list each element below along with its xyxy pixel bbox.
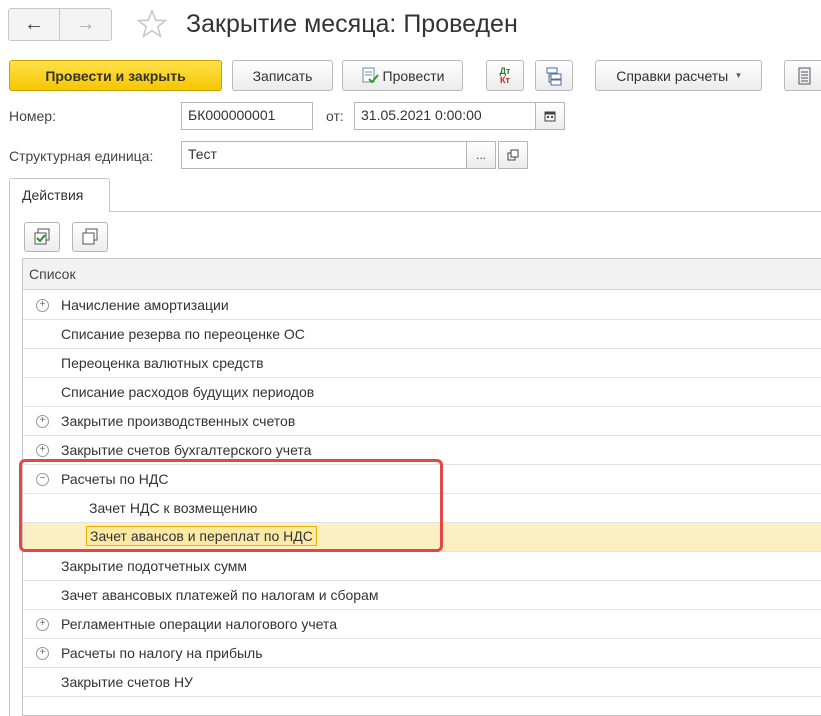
reports-dropdown[interactable]: Справки расчеты ▾	[595, 60, 762, 91]
arrow-right-icon: →	[75, 13, 96, 35]
document-list-icon	[798, 67, 811, 84]
check-all-button[interactable]	[24, 222, 60, 252]
table-row[interactable]: Закрытие счетов НУ	[23, 668, 821, 697]
row-label: Зачет авансовых платежей по налогам и сб…	[61, 587, 379, 603]
check-all-icon	[34, 228, 50, 245]
expand-icon[interactable]: +	[36, 618, 49, 631]
calendar-button[interactable]	[535, 102, 565, 130]
row-label: Закрытие счетов бухгалтерского учета	[61, 442, 312, 458]
star-icon[interactable]	[136, 8, 168, 40]
unit-select-button[interactable]: ...	[466, 141, 496, 169]
table-row[interactable]: Переоценка валютных средств	[23, 349, 821, 378]
expand-icon[interactable]: +	[36, 299, 49, 312]
table-row[interactable]: + Расчеты по налогу на прибыль	[23, 639, 821, 668]
number-label: Номер:	[9, 108, 56, 124]
uncheck-all-button[interactable]	[72, 222, 108, 252]
forward-button[interactable]: →	[60, 8, 112, 41]
calendar-icon	[544, 111, 556, 122]
post-and-close-label: Провести и закрыть	[45, 67, 186, 84]
ellipsis-icon: ...	[475, 148, 486, 162]
back-button[interactable]: ←	[8, 8, 60, 41]
highlight-frame	[19, 459, 443, 552]
hierarchy-icon	[546, 67, 562, 85]
post-and-close-button[interactable]: Провести и закрыть	[9, 60, 222, 91]
arrow-left-icon: ←	[24, 13, 44, 35]
row-label: Закрытие подотчетных сумм	[61, 558, 248, 574]
tab-divider	[110, 211, 821, 212]
save-button[interactable]: Записать	[232, 60, 333, 91]
table-row[interactable]: + Начисление амортизации	[23, 291, 821, 320]
table-header: Список	[23, 259, 821, 290]
list-button[interactable]	[784, 60, 821, 91]
unit-open-button[interactable]	[498, 141, 528, 169]
reports-label: Справки расчеты	[616, 67, 729, 84]
expand-icon[interactable]: +	[36, 647, 49, 660]
row-label: Начисление амортизации	[61, 297, 229, 313]
dt-kt-button[interactable]: Дт Кт	[486, 60, 524, 91]
row-label: Закрытие счетов НУ	[61, 674, 193, 690]
row-label: Закрытие производственных счетов	[61, 413, 296, 429]
chevron-down-icon: ▾	[736, 70, 741, 80]
row-label: Расчеты по налогу на прибыль	[61, 645, 263, 661]
table-row[interactable]: + Регламентные операции налогового учета	[23, 610, 821, 639]
expand-icon[interactable]: +	[36, 444, 49, 457]
dt-kt-icon: Дт Кт	[500, 66, 511, 85]
panel-border	[9, 211, 10, 716]
number-field[interactable]: БК000000001	[181, 102, 313, 130]
date-label: от:	[326, 108, 344, 124]
row-label: Регламентные операции налогового учета	[61, 616, 337, 632]
table-row[interactable]: Списание резерва по переоценке ОС	[23, 320, 821, 349]
row-label: Списание резерва по переоценке ОС	[61, 326, 305, 342]
unit-label: Структурная единица:	[9, 148, 154, 164]
table-row[interactable]: Зачет авансовых платежей по налогам и сб…	[23, 581, 821, 610]
expand-icon[interactable]: +	[36, 415, 49, 428]
post-document-icon	[362, 67, 379, 83]
structure-button[interactable]	[535, 60, 573, 91]
save-label: Записать	[252, 67, 313, 84]
post-label: Провести	[382, 67, 445, 84]
table-row[interactable]: Закрытие подотчетных сумм	[23, 552, 821, 581]
uncheck-all-icon	[82, 228, 98, 245]
page-title: Закрытие месяца: Проведен	[186, 10, 518, 38]
post-button[interactable]: Провести	[342, 60, 463, 91]
kt-label: Кт	[500, 74, 510, 85]
date-field[interactable]: 31.05.2021 0:00:00	[354, 102, 536, 130]
table-row[interactable]: Списание расходов будущих периодов	[23, 378, 821, 407]
open-form-icon	[507, 149, 519, 161]
tab-actions-label: Действия	[22, 187, 84, 203]
row-label: Списание расходов будущих периодов	[61, 384, 315, 400]
table-row[interactable]: + Закрытие производственных счетов	[23, 407, 821, 436]
tab-actions[interactable]: Действия	[9, 178, 110, 212]
row-label: Переоценка валютных средств	[61, 355, 264, 371]
unit-field[interactable]: Тест	[181, 141, 467, 169]
